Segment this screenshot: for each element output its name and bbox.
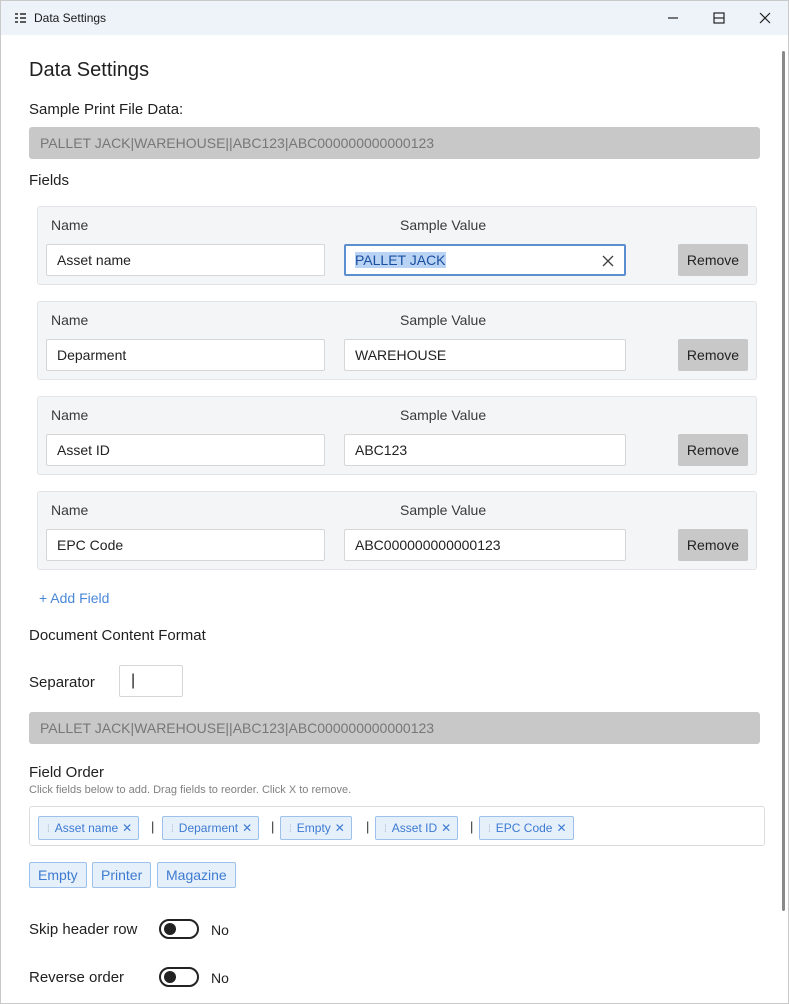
remove-field-button[interactable]: Remove — [678, 434, 748, 466]
skip-header-toggle[interactable] — [159, 919, 199, 939]
sample-value-input[interactable]: PALLET JACK — [344, 244, 626, 276]
field-card: Name Sample Value Asset ID ABC123 Remove — [37, 396, 757, 475]
field-name-input[interactable]: EPC Code — [46, 529, 325, 561]
chip-label: EPC Code — [495, 821, 553, 835]
document-format-heading: Document Content Format — [29, 627, 206, 644]
field-order-label: Field Order — [29, 764, 105, 781]
toggle-knob — [164, 923, 176, 935]
chip-label: Empty — [296, 821, 331, 835]
name-header: Name — [51, 407, 89, 423]
separator-input[interactable]: | — [119, 665, 183, 697]
toggle-knob — [164, 971, 176, 983]
data-settings-window: Data Settings Data Settings Sample Print… — [0, 0, 789, 1004]
maximize-icon — [713, 12, 725, 24]
sample-value-input[interactable]: WAREHOUSE — [344, 339, 626, 371]
order-chip[interactable]: ⁞ Deparment ✕ — [162, 816, 260, 840]
drag-handle-icon[interactable]: ⁞ — [171, 824, 174, 835]
order-chip[interactable]: ⁞ Asset name ✕ — [38, 816, 140, 840]
sample-data-label: Sample Print File Data: — [29, 101, 184, 118]
fields-label: Fields — [29, 172, 70, 189]
sample-value-header: Sample Value — [400, 502, 487, 518]
field-card: Name Sample Value Deparment WAREHOUSE Re… — [37, 301, 757, 380]
field-card: Name Sample Value EPC Code ABC0000000000… — [37, 491, 757, 570]
sample-data-field: PALLET JACK|WAREHOUSE||ABC123|ABC0000000… — [29, 127, 760, 159]
remove-icon[interactable]: ✕ — [122, 821, 132, 835]
available-field-magazine[interactable]: Magazine — [157, 862, 236, 888]
page-title: Data Settings — [29, 59, 150, 81]
field-name-input[interactable]: Asset name — [46, 244, 325, 276]
order-chip[interactable]: ⁞ EPC Code ✕ — [479, 816, 574, 840]
chip-separator: | — [366, 819, 370, 834]
available-field-printer[interactable]: Printer — [92, 862, 152, 888]
sample-value-input[interactable]: ABC000000000000123 — [344, 529, 626, 561]
app-icon — [15, 13, 27, 23]
chip-separator: | — [271, 819, 275, 834]
field-card: Name Sample Value Asset name PALLET JACK… — [37, 206, 757, 285]
drag-handle-icon[interactable]: ⁞ — [384, 824, 387, 835]
chip-label: Deparment — [178, 821, 239, 835]
name-header: Name — [51, 217, 89, 233]
remove-icon[interactable]: ✕ — [242, 821, 252, 835]
maximize-button[interactable] — [696, 1, 742, 35]
field-order-list[interactable]: ⁞ Asset name ✕ | ⁞ Deparment ✕ | ⁞ Empty ✕ | ⁞… — [29, 806, 765, 846]
sample-value-header: Sample Value — [400, 312, 487, 328]
name-header: Name — [51, 502, 89, 518]
selected-text: PALLET JACK — [355, 252, 446, 268]
sample-value-header: Sample Value — [400, 407, 487, 423]
minimize-button[interactable] — [650, 1, 696, 35]
field-name-input[interactable]: Deparment — [46, 339, 325, 371]
reverse-order-label: Reverse order — [29, 969, 125, 986]
order-chip[interactable]: ⁞ Empty ✕ — [280, 816, 352, 840]
available-field-empty[interactable]: Empty — [29, 862, 87, 888]
close-icon — [759, 12, 771, 24]
skip-header-label: Skip header row — [29, 921, 138, 938]
chip-label: Asset ID — [391, 821, 438, 835]
field-order-hint: Click fields below to add. Drag fields t… — [29, 784, 352, 796]
separator-label: Separator — [29, 674, 95, 691]
drag-handle-icon[interactable]: ⁞ — [488, 824, 491, 835]
close-button[interactable] — [742, 1, 788, 35]
format-preview-field: PALLET JACK|WAREHOUSE||ABC123|ABC0000000… — [29, 712, 760, 744]
remove-field-button[interactable]: Remove — [678, 529, 748, 561]
drag-handle-icon[interactable]: ⁞ — [289, 824, 292, 835]
remove-field-button[interactable]: Remove — [678, 244, 748, 276]
remove-field-button[interactable]: Remove — [678, 339, 748, 371]
drag-handle-icon[interactable]: ⁞ — [47, 824, 50, 835]
minimize-icon — [668, 17, 678, 19]
order-chip[interactable]: ⁞ Asset ID ✕ — [375, 816, 459, 840]
sample-value-input[interactable]: ABC123 — [344, 434, 626, 466]
reverse-order-toggle[interactable] — [159, 967, 199, 987]
chip-separator: | — [151, 819, 155, 834]
reverse-order-value: No — [211, 970, 229, 986]
add-field-link[interactable]: + Add Field — [39, 590, 109, 606]
name-header: Name — [51, 312, 89, 328]
remove-icon[interactable]: ✕ — [441, 821, 451, 835]
skip-header-value: No — [211, 922, 229, 938]
remove-icon[interactable]: ✕ — [556, 821, 566, 835]
sample-value-header: Sample Value — [400, 217, 487, 233]
field-name-input[interactable]: Asset ID — [46, 434, 325, 466]
chip-separator: | — [470, 819, 474, 834]
remove-icon[interactable]: ✕ — [335, 821, 345, 835]
clear-icon[interactable] — [602, 255, 614, 267]
vertical-scrollbar[interactable] — [782, 51, 785, 911]
window-title: Data Settings — [34, 11, 107, 25]
chip-label: Asset name — [54, 821, 119, 835]
